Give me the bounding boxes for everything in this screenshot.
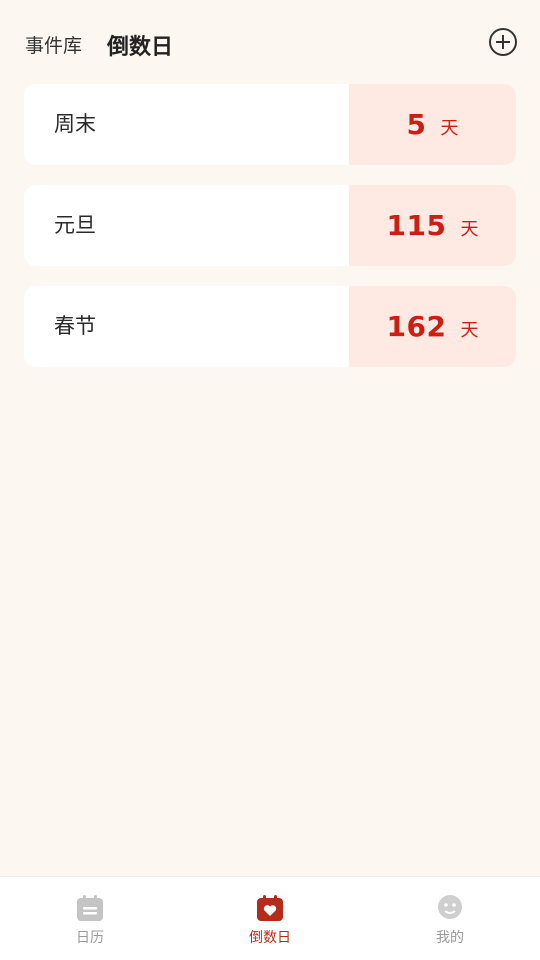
tab-event-library[interactable]: 事件库 — [25, 31, 82, 58]
plus-circle-icon — [489, 28, 517, 56]
event-card-spring-festival[interactable]: 春节 162 天 — [24, 286, 516, 367]
days-unit: 天 — [440, 117, 459, 139]
days-count: 115 — [386, 209, 447, 242]
nav-item-countdown[interactable]: 倒数日 — [180, 877, 360, 960]
event-days-box: 5 天 — [349, 84, 516, 165]
calendar-icon — [75, 893, 105, 923]
nav-item-profile[interactable]: 我的 — [360, 877, 540, 960]
days-unit: 天 — [460, 319, 479, 341]
app-screen: 事件库 倒数日 周末 5 天 元旦 115 天 春节 162 天 日历 倒数日 … — [0, 0, 540, 960]
days-count: 162 — [386, 310, 447, 343]
days-count: 5 — [406, 108, 427, 141]
event-name: 春节 — [54, 314, 96, 338]
event-days-box: 115 天 — [349, 185, 516, 266]
add-event-button[interactable] — [488, 27, 518, 57]
event-name: 周末 — [54, 112, 96, 136]
nav-label: 倒数日 — [249, 930, 291, 946]
bottom-navigation: 日历 倒数日 我的 — [0, 876, 540, 960]
event-card-new-year[interactable]: 元旦 115 天 — [24, 185, 516, 266]
event-days-box: 162 天 — [349, 286, 516, 367]
days-unit: 天 — [460, 218, 479, 240]
profile-icon — [435, 893, 465, 923]
tab-countdown-days[interactable]: 倒数日 — [107, 29, 173, 61]
event-list: 周末 5 天 元旦 115 天 春节 162 天 — [24, 84, 516, 387]
event-name: 元旦 — [54, 213, 96, 237]
nav-item-calendar[interactable]: 日历 — [0, 877, 180, 960]
event-card-weekend[interactable]: 周末 5 天 — [24, 84, 516, 165]
calendar-heart-icon — [255, 893, 285, 923]
nav-label: 我的 — [436, 930, 464, 946]
nav-label: 日历 — [76, 930, 104, 946]
top-bar: 事件库 倒数日 — [0, 0, 540, 86]
